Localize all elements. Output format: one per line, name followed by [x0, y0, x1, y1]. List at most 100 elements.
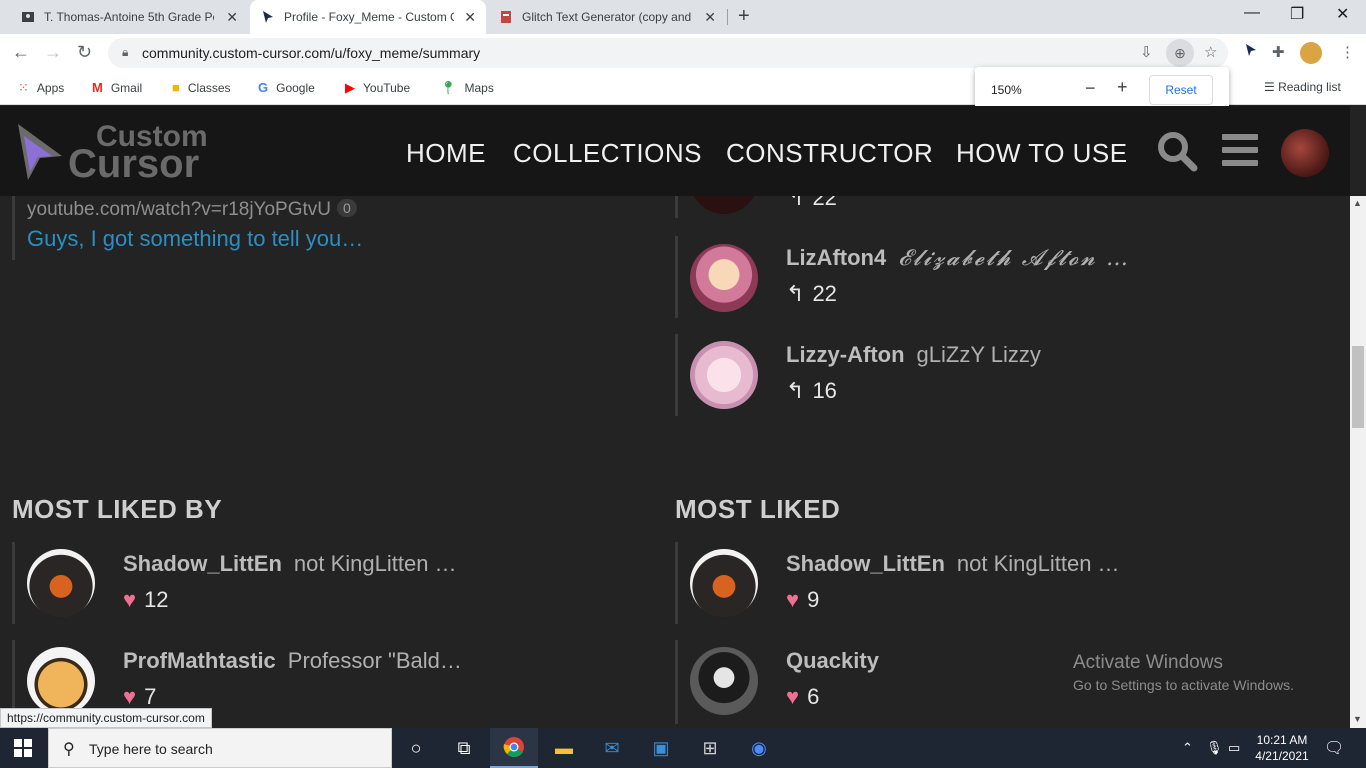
maximize-icon[interactable]: ❐ — [1290, 4, 1304, 24]
cursor-icon — [260, 9, 276, 25]
user-avatar[interactable] — [27, 549, 95, 617]
reply-count: ↰ 22 — [786, 281, 837, 307]
zoom-in-button[interactable]: + — [1117, 77, 1128, 98]
zoom-out-button[interactable]: − — [1085, 78, 1096, 99]
user-row-quackity[interactable]: Quackity — [786, 648, 879, 674]
file-explorer-icon[interactable]: ▬ — [540, 728, 588, 768]
close-window-icon[interactable]: ✕ — [1336, 4, 1349, 24]
right-divider — [675, 236, 678, 318]
user-avatar[interactable] — [27, 647, 95, 715]
scrollbar-thumb[interactable] — [1352, 346, 1364, 428]
profile-avatar[interactable] — [1300, 42, 1322, 64]
tray-chevron-icon[interactable]: ⌃ — [1182, 740, 1193, 756]
nav-how-to-use[interactable]: HOW TO USE — [956, 138, 1128, 169]
taskbar-search[interactable]: ⚲ Type here to search — [48, 728, 392, 768]
task-view-icon[interactable]: ⧉ — [440, 728, 488, 768]
classroom-icon: ■ — [172, 80, 180, 95]
glitch-text-icon — [498, 9, 514, 25]
like-count: ♥ 9 — [786, 587, 819, 613]
like-count-value: 7 — [144, 684, 157, 709]
bookmark-label: Gmail — [110, 80, 143, 95]
browser-tab-classes[interactable]: T. Thomas-Antoine 5th Grade Pe ✕ — [12, 0, 248, 34]
page-scrollbar[interactable] — [1350, 196, 1366, 728]
gmail-icon: M — [92, 80, 103, 95]
store-icon[interactable]: ⊞ — [686, 728, 734, 768]
zoom-icon[interactable]: ⊕ — [1166, 39, 1194, 67]
reload-icon[interactable]: ↻ — [77, 42, 92, 63]
top-link[interactable]: youtube.com/watch?v=r18jYoPGtvU 0 — [27, 199, 357, 221]
scroll-down-icon[interactable]: ▼ — [1353, 714, 1362, 724]
cursor-extension-icon[interactable] — [1244, 43, 1258, 61]
heart-icon: ♥ — [123, 587, 137, 612]
close-icon[interactable]: ✕ — [704, 9, 716, 26]
username[interactable]: Shadow_LittEn — [123, 551, 282, 576]
most-liked-title: MOST LIKED — [675, 494, 841, 524]
bookmark-star-icon[interactable]: ☆ — [1204, 43, 1217, 61]
forward-icon[interactable]: → — [44, 42, 62, 63]
hamburger-menu-icon[interactable] — [1222, 134, 1258, 173]
heart-icon: ♥ — [786, 587, 800, 612]
search-icon[interactable] — [1156, 130, 1198, 177]
search-icon: ⚲ — [63, 741, 75, 758]
bookmark-youtube[interactable]: ▶ YouTube — [345, 80, 410, 96]
topic-link[interactable]: Guys, I got something to tell you… — [27, 226, 363, 252]
top-link-text[interactable]: youtube.com/watch?v=r18jYoPGtvU — [27, 199, 331, 220]
logo-text-cursor[interactable]: Cursor — [68, 142, 199, 187]
more-menu-icon[interactable]: ⋮ — [1340, 43, 1355, 61]
close-icon[interactable]: ✕ — [226, 9, 238, 26]
user-avatar[interactable] — [690, 196, 758, 214]
bookmark-apps[interactable]: ⁙ Apps — [18, 80, 64, 96]
user-avatar[interactable] — [690, 244, 758, 312]
extensions-icon[interactable]: ✚ — [1272, 43, 1285, 61]
bookmark-google[interactable]: G Google — [258, 80, 315, 95]
nav-collections[interactable]: COLLECTIONS — [513, 138, 702, 169]
system-clock[interactable]: 10:21 AM 4/21/2021 — [1252, 732, 1312, 764]
new-tab-button[interactable]: + — [738, 5, 750, 28]
user-avatar[interactable] — [690, 341, 758, 409]
user-row-profmathtastic[interactable]: ProfMathtastic Professor "Bald… — [123, 648, 462, 674]
user-avatar[interactable] — [690, 647, 758, 715]
url-text[interactable]: community.custom-cursor.com/u/foxy_meme/… — [142, 45, 480, 61]
nav-constructor[interactable]: CONSTRUCTOR — [726, 138, 933, 169]
install-icon[interactable]: ⇩ — [1140, 43, 1153, 61]
bookmark-classes[interactable]: ■ Classes — [172, 80, 231, 95]
chrome-icon[interactable] — [490, 728, 538, 768]
minimize-icon[interactable]: — — [1244, 4, 1260, 22]
reply-count: ↰ 16 — [786, 378, 837, 404]
notifications-icon[interactable]: 🗨︎ — [1324, 738, 1344, 758]
link-click-count: 0 — [337, 199, 357, 217]
user-row-lizafton4[interactable]: LizAfton4 𝓔𝓵𝓲𝔃𝓪𝓫𝓮𝓽𝓱 𝓐𝓯𝓽𝓸𝓷 … — [786, 245, 1130, 271]
cortana-icon[interactable]: ○ — [392, 728, 440, 768]
windows-start-icon[interactable] — [14, 739, 32, 762]
address-bar[interactable]: 🔒︎ community.custom-cursor.com/u/foxy_me… — [108, 38, 1228, 68]
bookmark-maps[interactable]: 📍︎ Maps — [440, 80, 494, 96]
user-description: not KingLitten … — [956, 551, 1120, 576]
zoom-app-icon[interactable]: ◉ — [735, 728, 783, 768]
browser-tab-profile[interactable]: Profile - Foxy_Meme - Custom Cu ✕ — [250, 0, 486, 34]
calendar-icon[interactable]: ▣ — [637, 728, 685, 768]
reading-list[interactable]: ☰ Reading list — [1264, 80, 1341, 94]
user-row-lizzy-afton[interactable]: Lizzy-Afton gLiZzY Lizzy — [786, 342, 1041, 368]
username[interactable]: Lizzy-Afton — [786, 342, 905, 367]
back-icon[interactable]: ← — [12, 42, 30, 63]
logo-cursor-icon[interactable] — [14, 122, 66, 189]
nav-home[interactable]: HOME — [406, 138, 486, 169]
scroll-up-icon[interactable]: ▲ — [1353, 198, 1362, 208]
username[interactable]: Quackity — [786, 648, 879, 673]
microphone-icon[interactable]: 🎙︎ — [1206, 740, 1223, 756]
user-row-shadow-litten[interactable]: Shadow_LittEn not KingLitten … — [123, 551, 457, 577]
user-avatar[interactable] — [1281, 129, 1329, 177]
username[interactable]: ProfMathtastic — [123, 648, 276, 673]
zoom-reset-button[interactable]: Reset — [1149, 75, 1213, 105]
close-icon[interactable]: ✕ — [464, 9, 476, 26]
username[interactable]: LizAfton4 — [786, 245, 886, 270]
user-row-shadow-litten[interactable]: Shadow_LittEn not KingLitten … — [786, 551, 1120, 577]
user-avatar[interactable] — [690, 549, 758, 617]
bookmark-gmail[interactable]: M Gmail — [92, 80, 142, 95]
browser-tab-glitch[interactable]: Glitch Text Generator (copy and p ✕ — [490, 0, 726, 34]
right-divider — [675, 640, 678, 724]
network-icon[interactable]: ▭ — [1228, 740, 1240, 756]
like-count: ♥ 12 — [123, 587, 169, 613]
mail-icon[interactable]: ✉ — [588, 728, 636, 768]
username[interactable]: Shadow_LittEn — [786, 551, 945, 576]
